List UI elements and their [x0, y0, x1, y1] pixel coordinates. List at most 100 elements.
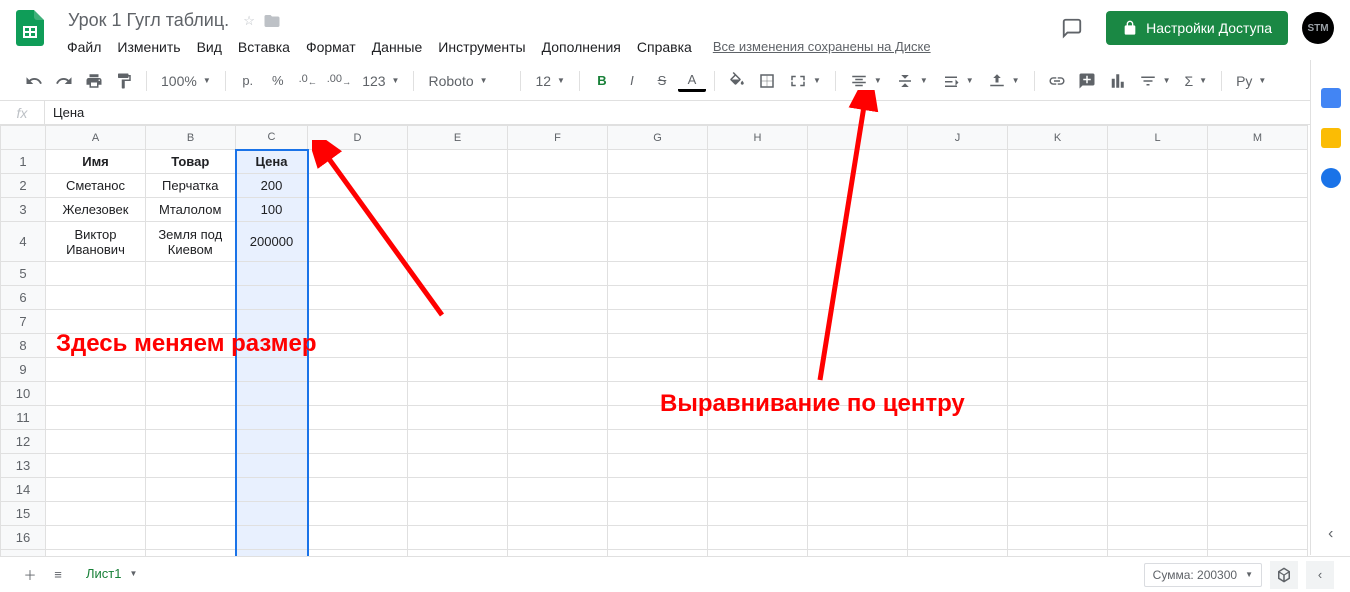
cell-M5[interactable] — [1208, 262, 1308, 286]
cell-D1[interactable] — [308, 150, 408, 174]
cell-A16[interactable] — [46, 526, 146, 550]
cell-C6[interactable] — [236, 286, 308, 310]
row-header-5[interactable]: 5 — [1, 262, 46, 286]
increase-decimal-button[interactable]: .00→ — [324, 68, 354, 94]
menu-addons[interactable]: Дополнения — [535, 35, 628, 59]
cell-F11[interactable] — [508, 406, 608, 430]
bold-button[interactable]: B — [588, 68, 616, 94]
cell-C2[interactable]: 200 — [236, 174, 308, 198]
cell-A3[interactable]: Железовек — [46, 198, 146, 222]
cell-A1[interactable]: Имя — [46, 150, 146, 174]
column-header-K[interactable]: K — [1008, 126, 1108, 150]
merge-cells-dropdown[interactable]: ▼ — [783, 68, 827, 94]
cell-A9[interactable] — [46, 358, 146, 382]
cell-E2[interactable] — [408, 174, 508, 198]
cell-J14[interactable] — [908, 478, 1008, 502]
all-sheets-button[interactable]: ≡ — [44, 561, 72, 589]
cell-I11[interactable] — [808, 406, 908, 430]
cell-J10[interactable] — [908, 382, 1008, 406]
insert-chart-button[interactable] — [1103, 68, 1131, 94]
cell-B8[interactable] — [146, 334, 236, 358]
cell-C10[interactable] — [236, 382, 308, 406]
cell-H3[interactable] — [708, 198, 808, 222]
cell-D5[interactable] — [308, 262, 408, 286]
cell-C14[interactable] — [236, 478, 308, 502]
functions-dropdown[interactable]: Σ▼ — [1179, 68, 1214, 94]
sheet-tab[interactable]: Лист1▼ — [72, 558, 151, 591]
sheets-logo[interactable] — [10, 8, 50, 48]
cell-L4[interactable] — [1108, 222, 1208, 262]
menu-data[interactable]: Данные — [365, 35, 430, 59]
cell-L3[interactable] — [1108, 198, 1208, 222]
cell-F2[interactable] — [508, 174, 608, 198]
cell-M8[interactable] — [1208, 334, 1308, 358]
menu-view[interactable]: Вид — [190, 35, 229, 59]
column-header-J[interactable]: J — [908, 126, 1008, 150]
fill-color-button[interactable] — [723, 68, 751, 94]
cell-I8[interactable] — [808, 334, 908, 358]
cell-J12[interactable] — [908, 430, 1008, 454]
cell-L1[interactable] — [1108, 150, 1208, 174]
cell-L2[interactable] — [1108, 174, 1208, 198]
cell-E6[interactable] — [408, 286, 508, 310]
cell-F7[interactable] — [508, 310, 608, 334]
cell-J4[interactable] — [908, 222, 1008, 262]
calendar-icon[interactable] — [1321, 88, 1341, 108]
cell-I1[interactable] — [808, 150, 908, 174]
cell-D9[interactable] — [308, 358, 408, 382]
cell-A14[interactable] — [46, 478, 146, 502]
cell-B10[interactable] — [146, 382, 236, 406]
insert-comment-button[interactable] — [1073, 68, 1101, 94]
zoom-dropdown[interactable]: 100%▼ — [155, 68, 217, 94]
font-family-dropdown[interactable]: Roboto▼ — [422, 68, 512, 94]
cell-M3[interactable] — [1208, 198, 1308, 222]
cell-G13[interactable] — [608, 454, 708, 478]
cell-B16[interactable] — [146, 526, 236, 550]
cell-M16[interactable] — [1208, 526, 1308, 550]
cell-J1[interactable] — [908, 150, 1008, 174]
cell-K9[interactable] — [1008, 358, 1108, 382]
cell-M11[interactable] — [1208, 406, 1308, 430]
cell-G1[interactable] — [608, 150, 708, 174]
cell-J11[interactable] — [908, 406, 1008, 430]
cell-E16[interactable] — [408, 526, 508, 550]
cell-B3[interactable]: Мталолом — [146, 198, 236, 222]
cell-M9[interactable] — [1208, 358, 1308, 382]
cell-H9[interactable] — [708, 358, 808, 382]
row-header-2[interactable]: 2 — [1, 174, 46, 198]
hide-side-panel-button[interactable]: › — [1328, 525, 1333, 543]
column-header-F[interactable]: F — [508, 126, 608, 150]
format-percent-button[interactable]: % — [264, 68, 292, 94]
cell-D12[interactable] — [308, 430, 408, 454]
cell-C11[interactable] — [236, 406, 308, 430]
cell-L8[interactable] — [1108, 334, 1208, 358]
cell-B11[interactable] — [146, 406, 236, 430]
cell-H2[interactable] — [708, 174, 808, 198]
cell-E1[interactable] — [408, 150, 508, 174]
row-header-10[interactable]: 10 — [1, 382, 46, 406]
cell-G9[interactable] — [608, 358, 708, 382]
cell-B15[interactable] — [146, 502, 236, 526]
cell-L16[interactable] — [1108, 526, 1208, 550]
cell-E10[interactable] — [408, 382, 508, 406]
cell-H16[interactable] — [708, 526, 808, 550]
cell-H8[interactable] — [708, 334, 808, 358]
cell-J13[interactable] — [908, 454, 1008, 478]
cell-B9[interactable] — [146, 358, 236, 382]
quick-sum-status[interactable]: Сумма: 200300▼ — [1144, 563, 1262, 587]
cell-F13[interactable] — [508, 454, 608, 478]
cell-D11[interactable] — [308, 406, 408, 430]
cell-K16[interactable] — [1008, 526, 1108, 550]
cell-C4[interactable]: 200000 — [236, 222, 308, 262]
cell-J16[interactable] — [908, 526, 1008, 550]
cell-A7[interactable] — [46, 310, 146, 334]
column-header-C[interactable]: C — [236, 126, 308, 150]
cell-K6[interactable] — [1008, 286, 1108, 310]
cell-H11[interactable] — [708, 406, 808, 430]
cell-F16[interactable] — [508, 526, 608, 550]
cell-I5[interactable] — [808, 262, 908, 286]
cell-F1[interactable] — [508, 150, 608, 174]
cell-D15[interactable] — [308, 502, 408, 526]
row-header-3[interactable]: 3 — [1, 198, 46, 222]
cell-F12[interactable] — [508, 430, 608, 454]
